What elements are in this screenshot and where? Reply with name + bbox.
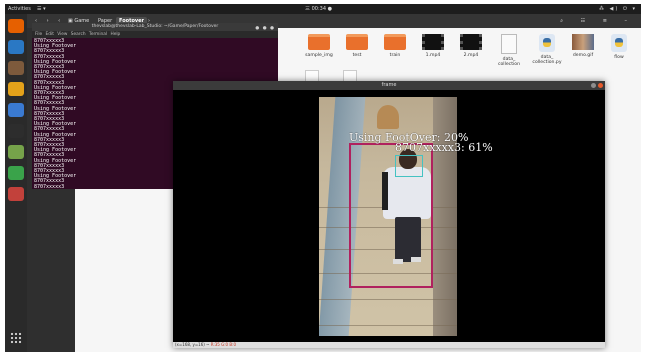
bystander	[377, 105, 399, 129]
status-coordinates: (x=168, y=16) ~	[175, 342, 211, 347]
folder-icon	[346, 34, 368, 50]
text-editor-icon[interactable]	[8, 145, 24, 159]
minimize-icon[interactable]	[591, 83, 596, 88]
desktop-screen: Activities ☰ ▾ 三 00:34 ● ⁂ ◀) ⏻ ▾ ‹ › ‹ …	[5, 4, 641, 352]
face-detection-box	[395, 155, 423, 177]
file-name: demo.gif	[572, 53, 594, 58]
clock[interactable]: 三 00:34 ●	[305, 4, 332, 14]
firefox-icon[interactable]	[8, 19, 24, 33]
folder-icon	[384, 34, 406, 50]
detection-label-id: 8707xxxxx3: 61%	[395, 141, 493, 154]
file-name: data_ collection	[497, 57, 521, 67]
calc-icon[interactable]	[8, 166, 24, 180]
python-file-icon	[611, 34, 627, 52]
file-name: flow	[614, 55, 624, 60]
folder-icon	[308, 34, 330, 50]
stair-edge	[319, 299, 457, 300]
file-item[interactable]: 1.mp4	[413, 34, 453, 58]
thunderbird-icon[interactable]	[8, 40, 24, 54]
header-tools[interactable]: ⌕ ☷ ≡ –	[560, 14, 635, 28]
window-controls[interactable]: ● ● ●	[255, 25, 275, 33]
top-bar: Activities ☰ ▾ 三 00:34 ● ⁂ ◀) ⏻ ▾	[5, 4, 641, 14]
file-item[interactable]: 2.mp4	[451, 34, 491, 58]
app-menu[interactable]: ☰ ▾	[37, 4, 46, 14]
document-file-icon	[501, 34, 517, 54]
file-name: 2.mp4	[463, 53, 479, 58]
terminal-icon[interactable]	[8, 124, 24, 138]
terminal-menu-bar[interactable]: File Edit View Search Terminal Help	[32, 31, 278, 38]
status-pixel-values: R:35 G:0 B:0	[210, 342, 236, 347]
frame-title: frame	[381, 82, 397, 88]
frame-window[interactable]: frame Using FootOver: 20% 8707xxxxx3: 61…	[173, 81, 605, 348]
file-item[interactable]: flow	[599, 34, 639, 60]
stair-edge	[319, 325, 457, 326]
writer-icon[interactable]	[8, 103, 24, 117]
file-name: train	[389, 53, 401, 58]
file-name: test	[352, 53, 362, 58]
python-file-icon	[539, 34, 555, 52]
file-item[interactable]: data_ collection	[489, 34, 529, 67]
frame-title-bar[interactable]: frame	[173, 81, 605, 90]
file-name: data_ collection.py	[532, 55, 562, 65]
video-file-icon	[460, 34, 482, 50]
file-item[interactable]: test	[337, 34, 377, 58]
rhythmbox-icon[interactable]	[8, 82, 24, 96]
frame-status-bar: (x=168, y=16) ~ R:35 G:0 B:0	[173, 342, 605, 348]
file-name: sample_img	[305, 53, 333, 58]
activities-button[interactable]: Activities	[8, 4, 31, 14]
file-item[interactable]: demo.gif	[563, 34, 603, 58]
file-item[interactable]: sample_img	[299, 34, 339, 58]
file-item[interactable]: train	[375, 34, 415, 58]
impress-icon[interactable]	[8, 187, 24, 201]
files-icon[interactable]	[8, 61, 24, 75]
terminal-title: thevslab@thevslab-Lab_Studio: ~/Game/Pap…	[91, 24, 219, 29]
dock	[5, 14, 27, 352]
file-item[interactable]: data_ collection.py	[527, 34, 567, 65]
video-file-icon	[422, 34, 444, 50]
file-name: 1.mp4	[425, 53, 441, 58]
gif-file-icon	[572, 34, 594, 50]
close-icon[interactable]	[598, 83, 603, 88]
system-tray[interactable]: ⁂ ◀) ⏻ ▾	[599, 4, 637, 14]
terminal-title-bar[interactable]: thevslab@thevslab-Lab_Studio: ~/Game/Pap…	[32, 23, 278, 31]
show-applications-icon[interactable]	[10, 332, 22, 344]
